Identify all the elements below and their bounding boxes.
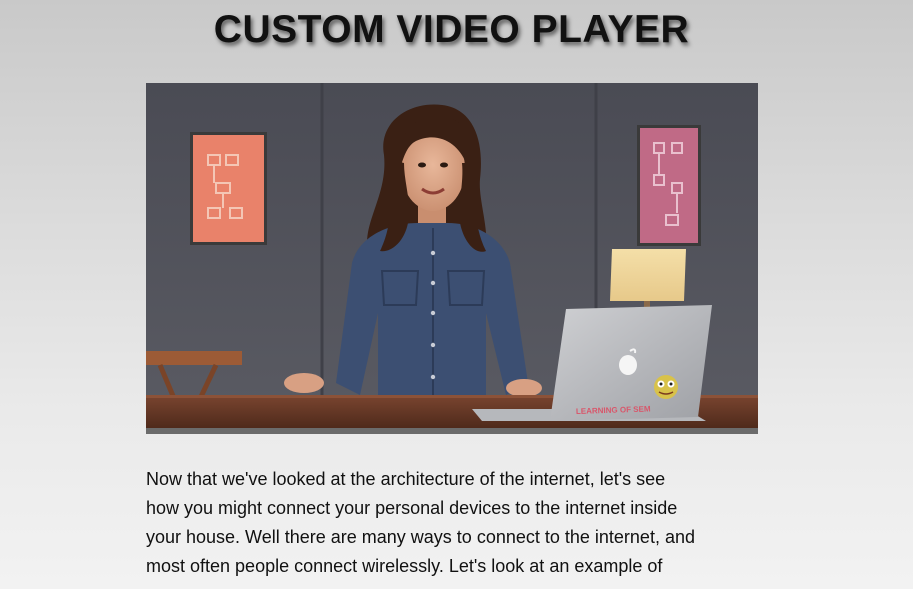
frog-sticker-icon	[654, 375, 678, 399]
left-wall-poster	[190, 132, 267, 245]
transcript-line: most often people connect wirelessly. Le…	[146, 556, 663, 576]
right-wall-poster	[637, 125, 701, 246]
transcript-line: Now that we've looked at the architectur…	[146, 469, 666, 489]
transcript-line: your house. Well there are many ways to …	[146, 527, 695, 547]
video-progress-bar[interactable]	[146, 428, 758, 434]
video-transcript: Now that we've looked at the architectur…	[146, 465, 771, 581]
video-player[interactable]: LEARNING OF SEM	[146, 83, 758, 434]
video-frame[interactable]: LEARNING OF SEM	[146, 83, 758, 428]
page-title: CUSTOM VIDEO PLAYER	[213, 8, 690, 51]
transcript-line: how you might connect your personal devi…	[146, 498, 678, 518]
